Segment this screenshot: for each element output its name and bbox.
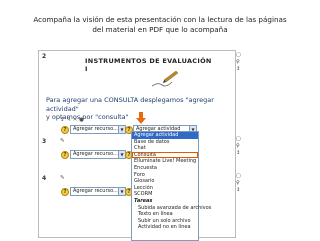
caption-line-1: Acompaña la visión de esta presentación … — [33, 15, 287, 24]
collapse-icon[interactable]: ▢ — [236, 173, 241, 180]
dropdown-item-actividad-no-en-linea[interactable]: Actividad no en línea — [132, 224, 198, 231]
help-icon[interactable]: ? — [61, 188, 69, 196]
section-number-4: 4 — [42, 175, 47, 182]
chevron-down-icon: ▼ — [118, 151, 125, 158]
move-up-icon[interactable]: ↕ — [236, 66, 241, 73]
section-2-controls: ▢ ♀ ↕ — [236, 52, 241, 73]
dropdown-item-glosario[interactable]: Glosario — [132, 178, 198, 185]
dropdown-item-base-de-datos[interactable]: Base de datos — [132, 139, 198, 146]
dropdown-item-foro[interactable]: Foro — [132, 172, 198, 179]
slide-caption: Acompaña la visión de esta presentación … — [0, 15, 320, 34]
help-icon[interactable]: ? — [61, 151, 69, 159]
section-4-edit-icon[interactable]: ✎ — [60, 175, 65, 181]
arrow-down-icon — [136, 112, 146, 124]
dropdown-item-elluminate[interactable]: Elluminate Live! Meeting — [132, 158, 198, 165]
eye-icon[interactable]: ♀ — [236, 59, 241, 66]
collapse-icon[interactable]: ▢ — [236, 136, 241, 143]
eye-icon[interactable]: ● — [79, 117, 84, 123]
activity-dropdown-list[interactable]: Agregar actividad Base de datos Chat Con… — [131, 131, 211, 241]
section-number-2: 2 — [42, 53, 47, 60]
dropdown-item-chat[interactable]: Chat — [132, 145, 198, 152]
move-icon[interactable]: ↕ — [236, 187, 241, 194]
chevron-down-icon: ▼ — [118, 188, 125, 195]
edit-icon[interactable]: ✎ — [66, 117, 71, 123]
add-resource-label: Agregar recurso... — [73, 151, 118, 157]
add-resource-label: Agregar recurso... — [73, 188, 118, 194]
dropdown-item-agregar-actividad[interactable]: Agregar actividad — [132, 132, 198, 139]
collapse-icon[interactable]: ▢ — [236, 52, 241, 59]
row-edit-icons: ↕ ✎ ✕ ● — [60, 117, 84, 123]
instruction-callout: Para agregar una CONSULTA desplegamos "a… — [44, 95, 224, 121]
dropdown-item-leccion[interactable]: Lección — [132, 185, 198, 192]
add-resource-select[interactable]: Agregar recurso... ▼ — [70, 125, 126, 134]
callout-line-1: Para agregar una CONSULTA desplegamos "a… — [46, 96, 214, 113]
section-3-edit-icon[interactable]: ✎ — [60, 138, 65, 144]
chevron-down-icon: ▼ — [118, 126, 125, 133]
section-4-controls: ▢ ♀ ↕ — [236, 173, 241, 194]
dropdown-item-scorm[interactable]: SCORM — [132, 191, 198, 198]
dropdown-item-consulta[interactable]: Consulta — [132, 151, 198, 159]
section-3-controls: ▢ ♀ ↕ — [236, 136, 241, 157]
help-icon[interactable]: ? — [61, 126, 69, 134]
dropdown-item-encuesta[interactable]: Encuesta — [132, 165, 198, 172]
section-number-3: 3 — [42, 138, 47, 145]
add-resource-select[interactable]: Agregar recurso... ▼ — [70, 187, 126, 196]
move-icon[interactable]: ↕ — [60, 117, 65, 123]
add-resource-select[interactable]: Agregar recurso... ▼ — [70, 150, 126, 159]
caption-line-2: del material en PDF que lo acompaña — [92, 24, 228, 34]
dropdown-group-tareas: Tareas — [134, 197, 153, 204]
eye-icon[interactable]: ♀ — [236, 180, 241, 187]
dropdown-item-texto-en-linea[interactable]: Texto en línea — [132, 211, 198, 218]
delete-icon[interactable]: ✕ — [73, 117, 78, 123]
add-resource-label: Agregar recurso... — [73, 126, 118, 132]
pen-icon — [151, 70, 179, 87]
move-icon[interactable]: ↕ — [236, 150, 241, 157]
eye-icon[interactable]: ♀ — [236, 143, 241, 150]
